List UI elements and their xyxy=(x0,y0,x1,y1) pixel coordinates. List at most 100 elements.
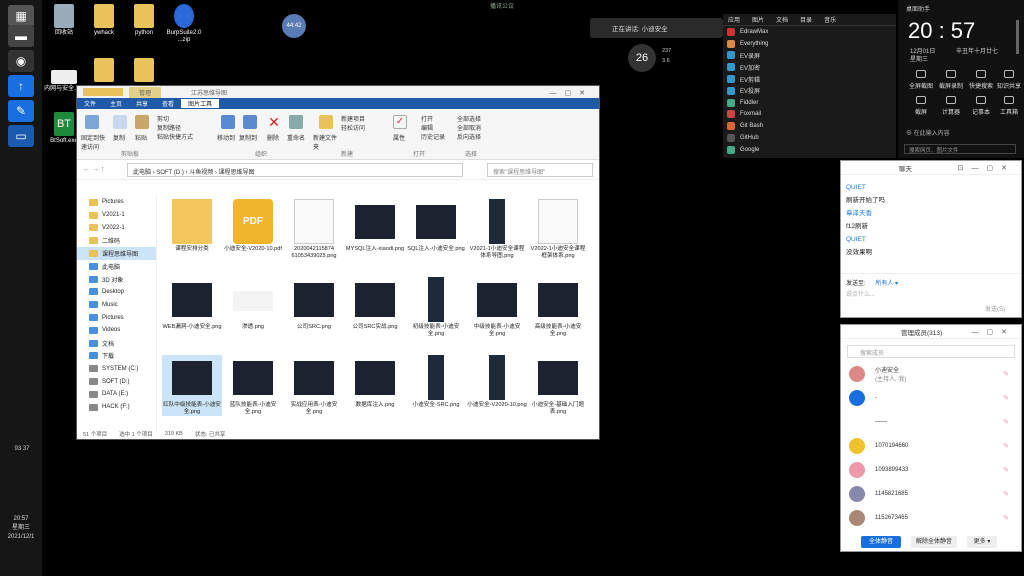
mic-muted-icon[interactable]: ✎ xyxy=(1003,370,1009,378)
desktop-icon-python[interactable]: python xyxy=(122,4,166,37)
paste-button[interactable]: 粘贴 xyxy=(135,133,147,142)
nav-item[interactable]: 此电脑 xyxy=(77,260,156,273)
copy-to-icon[interactable] xyxy=(243,115,257,129)
quick-search[interactable]: 快捷搜索 xyxy=(966,70,996,90)
start-icon[interactable]: ▦ xyxy=(8,5,34,27)
file-item[interactable]: V2021-1小迪安全课程体系导图.png xyxy=(467,199,527,260)
app-item[interactable]: EdrawMax xyxy=(723,26,896,38)
window-controls[interactable]: ⊡—▢✕ xyxy=(958,164,1015,172)
app-item[interactable]: GitHub xyxy=(723,132,896,144)
open-button[interactable]: 打开 xyxy=(421,114,433,123)
mic-muted-icon[interactable]: ✎ xyxy=(1003,466,1009,474)
pin-button[interactable]: 固定到快速访问 xyxy=(81,133,107,151)
member-row[interactable]: 小迪安全 (主持人, 我) ✎ xyxy=(841,362,1021,386)
file-item[interactable]: 高级技能表-小迪安全.png xyxy=(528,277,588,338)
file-item[interactable]: 小迪安全-V2020-10.png xyxy=(467,355,527,409)
quick-toolbox[interactable]: 工具箱 xyxy=(994,96,1024,116)
copy-path-button[interactable]: 复制路径 xyxy=(157,123,181,132)
desktop-icon-folder2[interactable] xyxy=(122,58,166,84)
quick-access-icon[interactable] xyxy=(83,88,123,96)
copy-button[interactable]: 复制 xyxy=(113,133,125,142)
file-item[interactable]: MYSQL注入-xiaodi.png xyxy=(345,199,405,253)
nav-item[interactable]: 二维码 xyxy=(77,234,156,247)
desktop-icon-ywhack[interactable]: ywhack xyxy=(82,4,126,37)
folder-icon[interactable]: ▭ xyxy=(8,125,34,147)
file-item[interactable]: 公司SRC.png xyxy=(284,277,344,331)
new-folder-icon[interactable] xyxy=(319,115,333,129)
new-folder-button[interactable]: 新建文件夹 xyxy=(313,133,337,151)
delete-icon[interactable]: ✕ xyxy=(267,115,281,129)
file-item[interactable]: PDF 小迪安全-V2020-10.pdf xyxy=(223,199,283,253)
nav-item[interactable]: V2021-1 xyxy=(77,209,156,222)
select-none-button[interactable]: 全部取消 xyxy=(457,123,481,132)
quick-record[interactable]: 截屏录制 xyxy=(936,70,966,90)
history-button[interactable]: 历史记录 xyxy=(421,132,445,141)
quick-calculator[interactable]: 计算器 xyxy=(936,96,966,116)
send-button[interactable]: 发送(S) xyxy=(985,304,1005,313)
app-item[interactable]: Git Bash xyxy=(723,120,896,132)
window-controls[interactable]: —▢✕ xyxy=(550,89,593,97)
new-item-button[interactable]: 新建项目 xyxy=(341,114,365,123)
mic-muted-icon[interactable]: ✎ xyxy=(1003,394,1009,402)
file-item[interactable]: 初级技能表-小迪安全.png xyxy=(406,277,466,338)
mic-muted-icon[interactable]: ✎ xyxy=(1003,490,1009,498)
member-row[interactable]: 1152673465 ✎ xyxy=(841,506,1021,530)
file-item[interactable]: 红队中级技能表-小迪安全.png xyxy=(162,355,222,416)
member-row[interactable]: —— ✎ xyxy=(841,410,1021,434)
file-item[interactable]: 小迪安全-SRC.png xyxy=(406,355,466,409)
app-icon[interactable]: ↑ xyxy=(8,75,34,97)
taskbar-clock[interactable]: 20:57 星期三 2021/12/1 xyxy=(0,515,42,542)
apps-tab[interactable]: 音乐 xyxy=(824,15,836,24)
chat-input[interactable]: 说点什么... xyxy=(846,289,875,298)
desktop-icon[interactable]: ▬ xyxy=(8,25,34,47)
file-item[interactable]: 蓝队技能表-小迪安全.png xyxy=(223,355,283,416)
meeting-icon[interactable]: ✎ xyxy=(8,100,34,122)
web-search-input[interactable]: 搜索网页、图片文件 xyxy=(904,144,1016,154)
move-to-button[interactable]: 移动到 xyxy=(217,133,235,142)
nav-item[interactable]: DATA (E:) xyxy=(77,388,156,401)
properties-icon[interactable]: ✓ xyxy=(393,115,407,129)
member-row[interactable]: - ✎ xyxy=(841,386,1021,410)
move-to-icon[interactable] xyxy=(221,115,235,129)
mic-muted-icon[interactable]: ✎ xyxy=(1003,442,1009,450)
easy-access-button[interactable]: 轻松访问 xyxy=(341,123,365,132)
app-item[interactable]: Google xyxy=(723,144,896,156)
chrome-icon[interactable]: ◉ xyxy=(8,50,34,72)
rename-icon[interactable] xyxy=(289,115,303,129)
desktop-icon-recycle[interactable]: 回收站 xyxy=(42,4,86,37)
address-bar[interactable]: 此电脑 › SOFT (D:) › 斗鱼视频 › 课程思维导图 xyxy=(127,162,463,177)
member-search-input[interactable]: 搜索成员 xyxy=(847,345,1015,358)
nav-item[interactable]: 文档 xyxy=(77,337,156,350)
file-item[interactable]: SQL注入-小迪安全.png xyxy=(406,199,466,253)
file-item[interactable]: 课程安排分类 xyxy=(162,199,222,253)
nav-arrows-icon[interactable]: ← → ↑ xyxy=(83,166,104,173)
speed-gauge[interactable]: 26 xyxy=(628,44,656,72)
more-button[interactable]: 更多 ▾ xyxy=(967,536,997,548)
file-item[interactable]: 渗透.png xyxy=(223,277,283,331)
quick-share[interactable]: 知识共享 xyxy=(994,70,1024,90)
floating-circle[interactable]: 44:42 xyxy=(282,14,306,38)
search-input[interactable]: 搜索"课程思维导图" xyxy=(487,162,593,177)
nav-item[interactable]: Music xyxy=(77,298,156,311)
tab-view[interactable]: 查看 xyxy=(155,99,181,108)
quick-fullscreen-shot[interactable]: 全屏截图 xyxy=(906,70,936,90)
window-controls[interactable]: —▢✕ xyxy=(972,328,1015,336)
app-item[interactable]: Everything xyxy=(723,38,896,50)
pin-icon[interactable] xyxy=(85,115,99,129)
nav-item[interactable]: HACK (F:) xyxy=(77,401,156,414)
mic-muted-icon[interactable]: ✎ xyxy=(1003,514,1009,522)
member-row[interactable]: 1070194660 ✎ xyxy=(841,434,1021,458)
app-item[interactable]: Foxmail xyxy=(723,109,896,121)
apps-tab[interactable]: 文档 xyxy=(776,15,788,24)
nav-item[interactable]: Videos xyxy=(77,324,156,337)
nav-item[interactable]: Pictures xyxy=(77,196,156,209)
app-item[interactable]: EV投屏 xyxy=(723,85,896,97)
rename-button[interactable]: 重命名 xyxy=(287,133,305,142)
copy-icon[interactable] xyxy=(113,115,127,129)
member-row[interactable]: 1093899433 ✎ xyxy=(841,458,1021,482)
add-note[interactable]: ⊕ 在此输入内容 xyxy=(906,128,950,137)
tab-home[interactable]: 主页 xyxy=(103,99,129,108)
nav-item[interactable]: 下载 xyxy=(77,350,156,363)
nav-item[interactable]: SYSTEM (C:) xyxy=(77,362,156,375)
app-item[interactable]: EV加密 xyxy=(723,61,896,73)
